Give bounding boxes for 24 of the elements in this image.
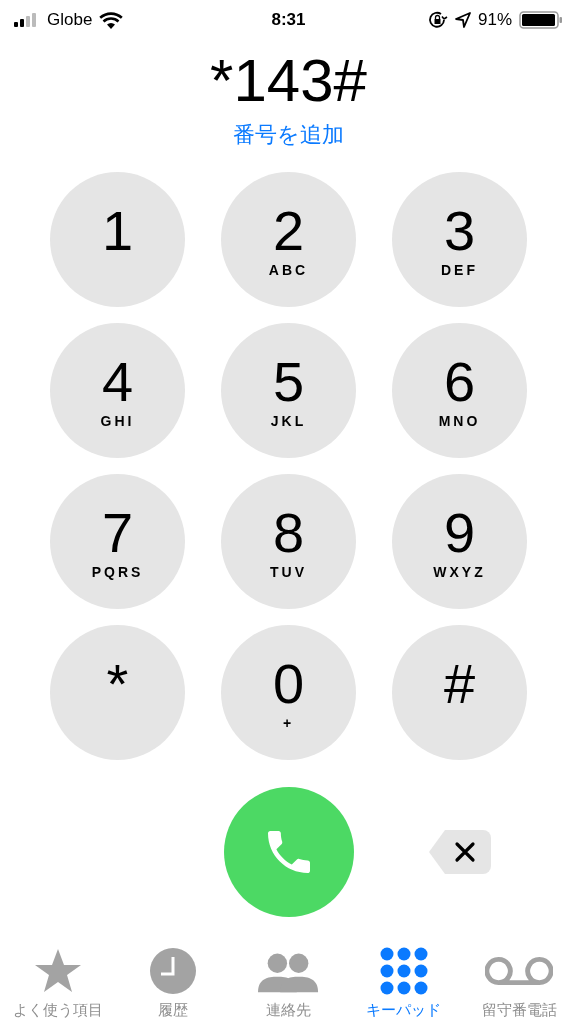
keypad-key[interactable]: 1 bbox=[50, 172, 185, 307]
keypad-key[interactable]: * bbox=[50, 625, 185, 760]
keypad-key[interactable]: 2 ABC bbox=[221, 172, 356, 307]
delete-icon bbox=[428, 830, 491, 874]
keypad-key[interactable]: # bbox=[392, 625, 527, 760]
add-number-link[interactable]: 番号を追加 bbox=[233, 122, 344, 147]
keypad-key[interactable]: 0 + bbox=[221, 625, 356, 760]
rotation-lock-icon bbox=[427, 11, 448, 29]
tab-bar-item[interactable]: キーパッド bbox=[346, 937, 462, 1024]
battery-percent: 91% bbox=[477, 10, 512, 30]
location-icon bbox=[454, 12, 471, 28]
wifi-icon bbox=[99, 11, 124, 29]
keypad-key[interactable]: 3 DEF bbox=[392, 172, 527, 307]
carrier-name: Globe bbox=[47, 10, 93, 30]
keypad-key[interactable]: 5 JKL bbox=[221, 323, 356, 458]
keypad-key[interactable]: 4 GHI bbox=[50, 323, 185, 458]
keypad-key[interactable]: 8 TUV bbox=[221, 474, 356, 609]
keypad-key[interactable]: 6 MNO bbox=[392, 323, 527, 458]
dialed-number: *143# bbox=[210, 46, 367, 116]
keypad-key[interactable]: 9 WXYZ bbox=[392, 474, 527, 609]
delete-button[interactable] bbox=[428, 830, 491, 874]
keypad-key[interactable]: 7 PQRS bbox=[50, 474, 185, 609]
battery-icon bbox=[519, 11, 563, 29]
clock-time: 8:31 bbox=[271, 10, 306, 29]
